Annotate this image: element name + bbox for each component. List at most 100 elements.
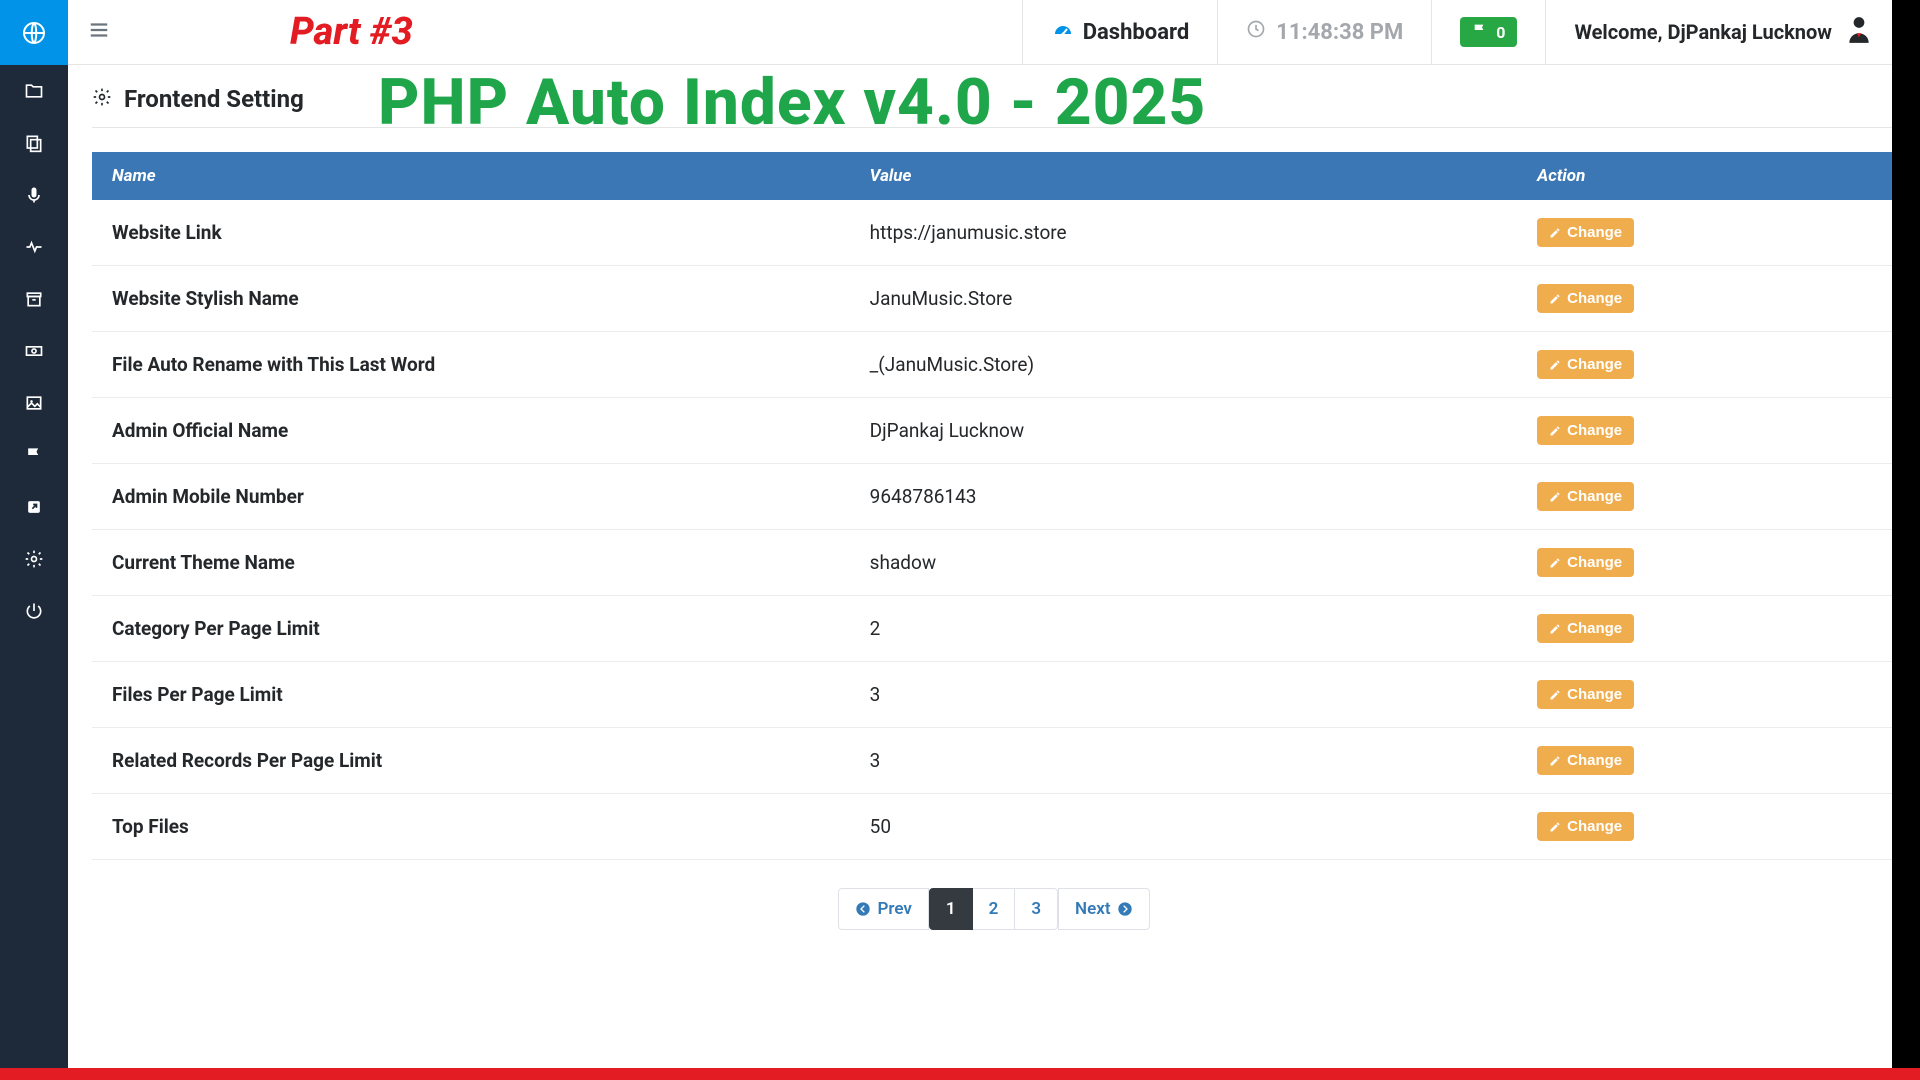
page-prev[interactable]: Prev: [838, 888, 928, 930]
setting-name: Top Files: [92, 794, 850, 860]
page-prev-label: Prev: [877, 899, 911, 919]
setting-name: Website Stylish Name: [92, 266, 850, 332]
setting-name: Related Records Per Page Limit: [92, 728, 850, 794]
change-button[interactable]: Change: [1537, 614, 1634, 643]
setting-action: Change: [1517, 200, 1896, 266]
sidebar-item-money[interactable]: [0, 325, 68, 377]
table-row: File Auto Rename with This Last Word_(Ja…: [92, 332, 1896, 398]
flag-icon: [1472, 22, 1488, 42]
dashboard-icon: [1051, 20, 1075, 44]
change-button[interactable]: Change: [1537, 482, 1634, 511]
change-button[interactable]: Change: [1537, 218, 1634, 247]
sidebar-item-image[interactable]: [0, 377, 68, 429]
setting-value: shadow: [850, 530, 1517, 596]
page-title: Frontend Setting: [124, 85, 304, 113]
change-button[interactable]: Change: [1537, 284, 1634, 313]
change-label: Change: [1567, 224, 1622, 241]
settings-table: Name Value Action Website Linkhttps://ja…: [92, 152, 1896, 860]
table-row: Admin Mobile Number9648786143 Change: [92, 464, 1896, 530]
setting-action: Change: [1517, 464, 1896, 530]
setting-action: Change: [1517, 662, 1896, 728]
change-label: Change: [1567, 422, 1622, 439]
setting-value: JanuMusic.Store: [850, 266, 1517, 332]
setting-name: Admin Mobile Number: [92, 464, 850, 530]
setting-action: Change: [1517, 398, 1896, 464]
setting-name: Website Link: [92, 200, 850, 266]
welcome-text: Welcome, DjPankaj Lucknow: [1574, 20, 1832, 44]
change-label: Change: [1567, 488, 1622, 505]
clock: 11:48:38 PM: [1246, 19, 1403, 45]
page-1[interactable]: 1: [929, 888, 973, 930]
sidebar-logo[interactable]: [0, 0, 68, 65]
gear-icon: [92, 87, 112, 111]
change-label: Change: [1567, 356, 1622, 373]
setting-value: https://janumusic.store: [850, 200, 1517, 266]
sidebar-item-copy[interactable]: [0, 117, 68, 169]
table-row: Website Stylish NameJanuMusic.Store Chang…: [92, 266, 1896, 332]
hamburger-icon[interactable]: [88, 19, 110, 45]
main-content: Frontend Setting PHP Auto Index v4.0 - 2…: [68, 65, 1920, 1080]
setting-value: 50: [850, 794, 1517, 860]
change-label: Change: [1567, 752, 1622, 769]
change-label: Change: [1567, 290, 1622, 307]
table-row: Category Per Page Limit2 Change: [92, 596, 1896, 662]
change-button[interactable]: Change: [1537, 416, 1634, 445]
table-row: Admin Official NameDjPankaj Lucknow Chang…: [92, 398, 1896, 464]
right-black-bar: [1892, 0, 1920, 1080]
overlay-banner: PHP Auto Index v4.0 - 2025: [378, 65, 1206, 140]
change-label: Change: [1567, 620, 1622, 637]
sidebar-item-heartbeat[interactable]: [0, 221, 68, 273]
dashboard-link[interactable]: Dashboard: [1051, 20, 1190, 45]
col-action: Action: [1517, 152, 1896, 200]
sidebar-item-gear[interactable]: [0, 533, 68, 585]
setting-name: File Auto Rename with This Last Word: [92, 332, 850, 398]
setting-name: Admin Official Name: [92, 398, 850, 464]
sidebar: [0, 0, 68, 1080]
setting-name: Files Per Page Limit: [92, 662, 850, 728]
change-button[interactable]: Change: [1537, 746, 1634, 775]
page-next-label: Next: [1075, 899, 1111, 919]
change-button[interactable]: Change: [1537, 548, 1634, 577]
change-button[interactable]: Change: [1537, 350, 1634, 379]
sidebar-item-folder[interactable]: [0, 65, 68, 117]
sidebar-item-external[interactable]: [0, 481, 68, 533]
setting-value: DjPankaj Lucknow: [850, 398, 1517, 464]
col-value: Value: [850, 152, 1517, 200]
pagination: Prev 123 Next: [92, 888, 1896, 930]
setting-action: Change: [1517, 728, 1896, 794]
avatar-icon: [1846, 15, 1872, 50]
setting-value: 9648786143: [850, 464, 1517, 530]
table-row: Website Linkhttps://janumusic.store Chang…: [92, 200, 1896, 266]
sidebar-item-mic[interactable]: [0, 169, 68, 221]
table-row: Files Per Page Limit3 Change: [92, 662, 1896, 728]
change-label: Change: [1567, 818, 1622, 835]
setting-value: 3: [850, 662, 1517, 728]
setting-action: Change: [1517, 332, 1896, 398]
dashboard-label: Dashboard: [1083, 20, 1190, 45]
page-3[interactable]: 3: [1015, 888, 1058, 930]
clock-icon: [1246, 19, 1266, 45]
sidebar-item-archive[interactable]: [0, 273, 68, 325]
setting-value: 2: [850, 596, 1517, 662]
page-next[interactable]: Next: [1058, 888, 1150, 930]
page-2[interactable]: 2: [973, 888, 1016, 930]
setting-action: Change: [1517, 596, 1896, 662]
table-row: Related Records Per Page Limit3Change: [92, 728, 1896, 794]
setting-name: Current Theme Name: [92, 530, 850, 596]
notification-count: 0: [1496, 23, 1505, 42]
welcome-user[interactable]: Welcome, DjPankaj Lucknow: [1574, 15, 1872, 50]
change-label: Change: [1567, 686, 1622, 703]
setting-action: Change: [1517, 794, 1896, 860]
topbar: Part #3 Dashboard 11:48:38 PM 0 We: [68, 0, 1920, 65]
change-button[interactable]: Change: [1537, 680, 1634, 709]
setting-action: Change: [1517, 266, 1896, 332]
notification-badge[interactable]: 0: [1460, 17, 1517, 47]
setting-value: _(JanuMusic.Store): [850, 332, 1517, 398]
setting-name: Category Per Page Limit: [92, 596, 850, 662]
sidebar-item-flag[interactable]: [0, 429, 68, 481]
change-button[interactable]: Change: [1537, 812, 1634, 841]
overlay-red-strip: [0, 1068, 1920, 1080]
table-row: Top Files50 Change: [92, 794, 1896, 860]
sidebar-item-power[interactable]: [0, 585, 68, 637]
col-name: Name: [92, 152, 850, 200]
